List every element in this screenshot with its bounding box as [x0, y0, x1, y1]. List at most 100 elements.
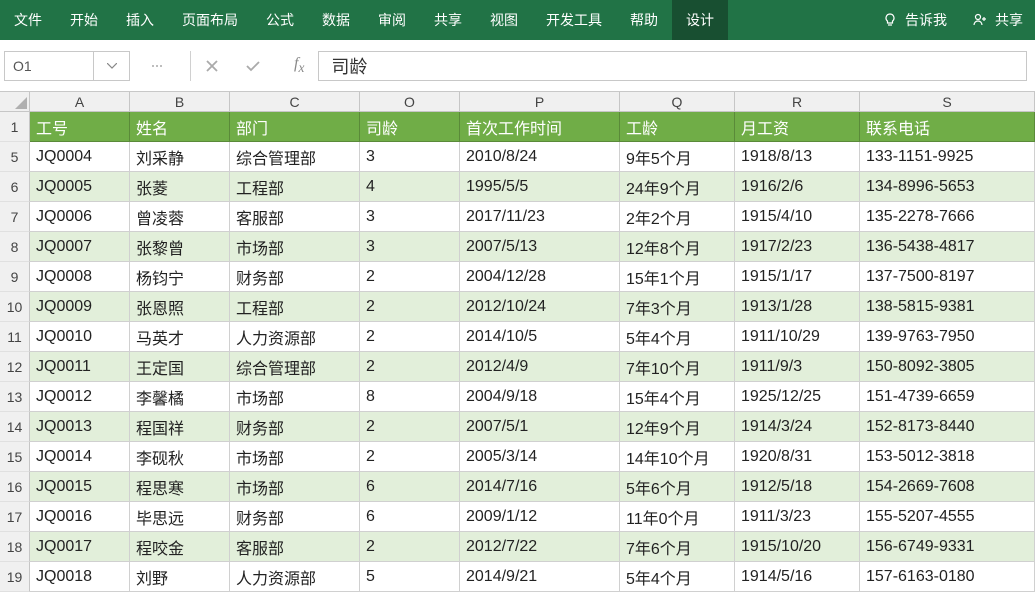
fx-icon[interactable]: fx	[294, 55, 304, 76]
cell[interactable]: 1912/5/18	[735, 472, 860, 502]
row-header[interactable]: 18	[0, 532, 30, 562]
cell[interactable]: 2	[360, 412, 460, 442]
cell[interactable]: JQ0014	[30, 442, 130, 472]
cell[interactable]: 11年0个月	[620, 502, 735, 532]
ribbon-tab[interactable]: 开始	[56, 0, 112, 40]
cell[interactable]: 155-5207-4555	[860, 502, 1035, 532]
cell[interactable]: 138-5815-9381	[860, 292, 1035, 322]
cell[interactable]: 综合管理部	[230, 142, 360, 172]
column-header[interactable]: C	[230, 92, 360, 112]
cell[interactable]: 毕思远	[130, 502, 230, 532]
table-header-cell[interactable]: 联系电话	[860, 112, 1035, 142]
cell[interactable]: 1913/1/28	[735, 292, 860, 322]
cell[interactable]: 1911/9/3	[735, 352, 860, 382]
row-header[interactable]: 17	[0, 502, 30, 532]
cell[interactable]: 杨钧宁	[130, 262, 230, 292]
enter-formula-button[interactable]	[238, 51, 268, 81]
table-header-cell[interactable]: 月工资	[735, 112, 860, 142]
cell[interactable]: 15年1个月	[620, 262, 735, 292]
cell[interactable]: 5年4个月	[620, 322, 735, 352]
name-box-dropdown[interactable]	[94, 51, 130, 81]
column-header[interactable]: B	[130, 92, 230, 112]
cell[interactable]: 2009/1/12	[460, 502, 620, 532]
column-header[interactable]: Q	[620, 92, 735, 112]
cell[interactable]: 财务部	[230, 502, 360, 532]
cell[interactable]: 139-9763-7950	[860, 322, 1035, 352]
cell[interactable]: JQ0013	[30, 412, 130, 442]
cell[interactable]: 1914/3/24	[735, 412, 860, 442]
cell[interactable]: 市场部	[230, 382, 360, 412]
cell[interactable]: 2012/10/24	[460, 292, 620, 322]
cell[interactable]: 7年10个月	[620, 352, 735, 382]
share-button[interactable]: 共享	[959, 0, 1035, 40]
cell[interactable]: 12年8个月	[620, 232, 735, 262]
ribbon-tab[interactable]: 公式	[252, 0, 308, 40]
ribbon-tab[interactable]: 帮助	[616, 0, 672, 40]
row-header[interactable]: 11	[0, 322, 30, 352]
table-header-cell[interactable]: 工龄	[620, 112, 735, 142]
cell[interactable]: 2010/8/24	[460, 142, 620, 172]
ribbon-tab[interactable]: 设计	[672, 0, 728, 40]
cell[interactable]: 1916/2/6	[735, 172, 860, 202]
formula-input[interactable]: 司龄	[318, 51, 1027, 81]
cell[interactable]: 1911/3/23	[735, 502, 860, 532]
cell[interactable]: 工程部	[230, 172, 360, 202]
cell[interactable]: 157-6163-0180	[860, 562, 1035, 592]
cell[interactable]: 134-8996-5653	[860, 172, 1035, 202]
cell[interactable]: 李馨橘	[130, 382, 230, 412]
cell[interactable]: 151-4739-6659	[860, 382, 1035, 412]
cell[interactable]: 5年4个月	[620, 562, 735, 592]
cell[interactable]: 2	[360, 292, 460, 322]
row-header[interactable]: 16	[0, 472, 30, 502]
cell[interactable]: 154-2669-7608	[860, 472, 1035, 502]
cell[interactable]: 6	[360, 472, 460, 502]
ribbon-tab[interactable]: 插入	[112, 0, 168, 40]
cell[interactable]: 综合管理部	[230, 352, 360, 382]
cell[interactable]: 市场部	[230, 442, 360, 472]
cell[interactable]: 1915/10/20	[735, 532, 860, 562]
row-header[interactable]: 1	[0, 112, 30, 142]
cell[interactable]: 136-5438-4817	[860, 232, 1035, 262]
cell[interactable]: 2014/10/5	[460, 322, 620, 352]
column-header[interactable]: S	[860, 92, 1035, 112]
cell[interactable]: 1914/5/16	[735, 562, 860, 592]
cell[interactable]: 1915/4/10	[735, 202, 860, 232]
cell[interactable]: 人力资源部	[230, 562, 360, 592]
ribbon-tab[interactable]: 数据	[308, 0, 364, 40]
table-header-cell[interactable]: 部门	[230, 112, 360, 142]
cell[interactable]: 刘野	[130, 562, 230, 592]
cell[interactable]: 153-5012-3818	[860, 442, 1035, 472]
cell[interactable]: 李砚秋	[130, 442, 230, 472]
cell[interactable]: 6	[360, 502, 460, 532]
cell[interactable]: 3	[360, 142, 460, 172]
row-header[interactable]: 8	[0, 232, 30, 262]
cell[interactable]: 1995/5/5	[460, 172, 620, 202]
row-header[interactable]: 10	[0, 292, 30, 322]
row-header[interactable]: 19	[0, 562, 30, 592]
cell[interactable]: 137-7500-8197	[860, 262, 1035, 292]
cell[interactable]: 14年10个月	[620, 442, 735, 472]
cell[interactable]: 人力资源部	[230, 322, 360, 352]
cell[interactable]: 2014/7/16	[460, 472, 620, 502]
cell[interactable]: JQ0016	[30, 502, 130, 532]
cell[interactable]: 133-1151-9925	[860, 142, 1035, 172]
cell[interactable]: 1925/12/25	[735, 382, 860, 412]
row-header[interactable]: 5	[0, 142, 30, 172]
row-header[interactable]: 6	[0, 172, 30, 202]
cell[interactable]: 9年5个月	[620, 142, 735, 172]
table-header-cell[interactable]: 首次工作时间	[460, 112, 620, 142]
cell[interactable]: 7年6个月	[620, 532, 735, 562]
cell[interactable]: 程咬金	[130, 532, 230, 562]
cell[interactable]: 张黎曾	[130, 232, 230, 262]
cell[interactable]: JQ0011	[30, 352, 130, 382]
cell[interactable]: 张恩照	[130, 292, 230, 322]
cell[interactable]: 曾凌蓉	[130, 202, 230, 232]
row-header[interactable]: 15	[0, 442, 30, 472]
cell[interactable]: 7年3个月	[620, 292, 735, 322]
cell[interactable]: 程思寒	[130, 472, 230, 502]
cell[interactable]: 150-8092-3805	[860, 352, 1035, 382]
cell[interactable]: JQ0005	[30, 172, 130, 202]
cell[interactable]: JQ0008	[30, 262, 130, 292]
row-header[interactable]: 7	[0, 202, 30, 232]
cell[interactable]: 1911/10/29	[735, 322, 860, 352]
